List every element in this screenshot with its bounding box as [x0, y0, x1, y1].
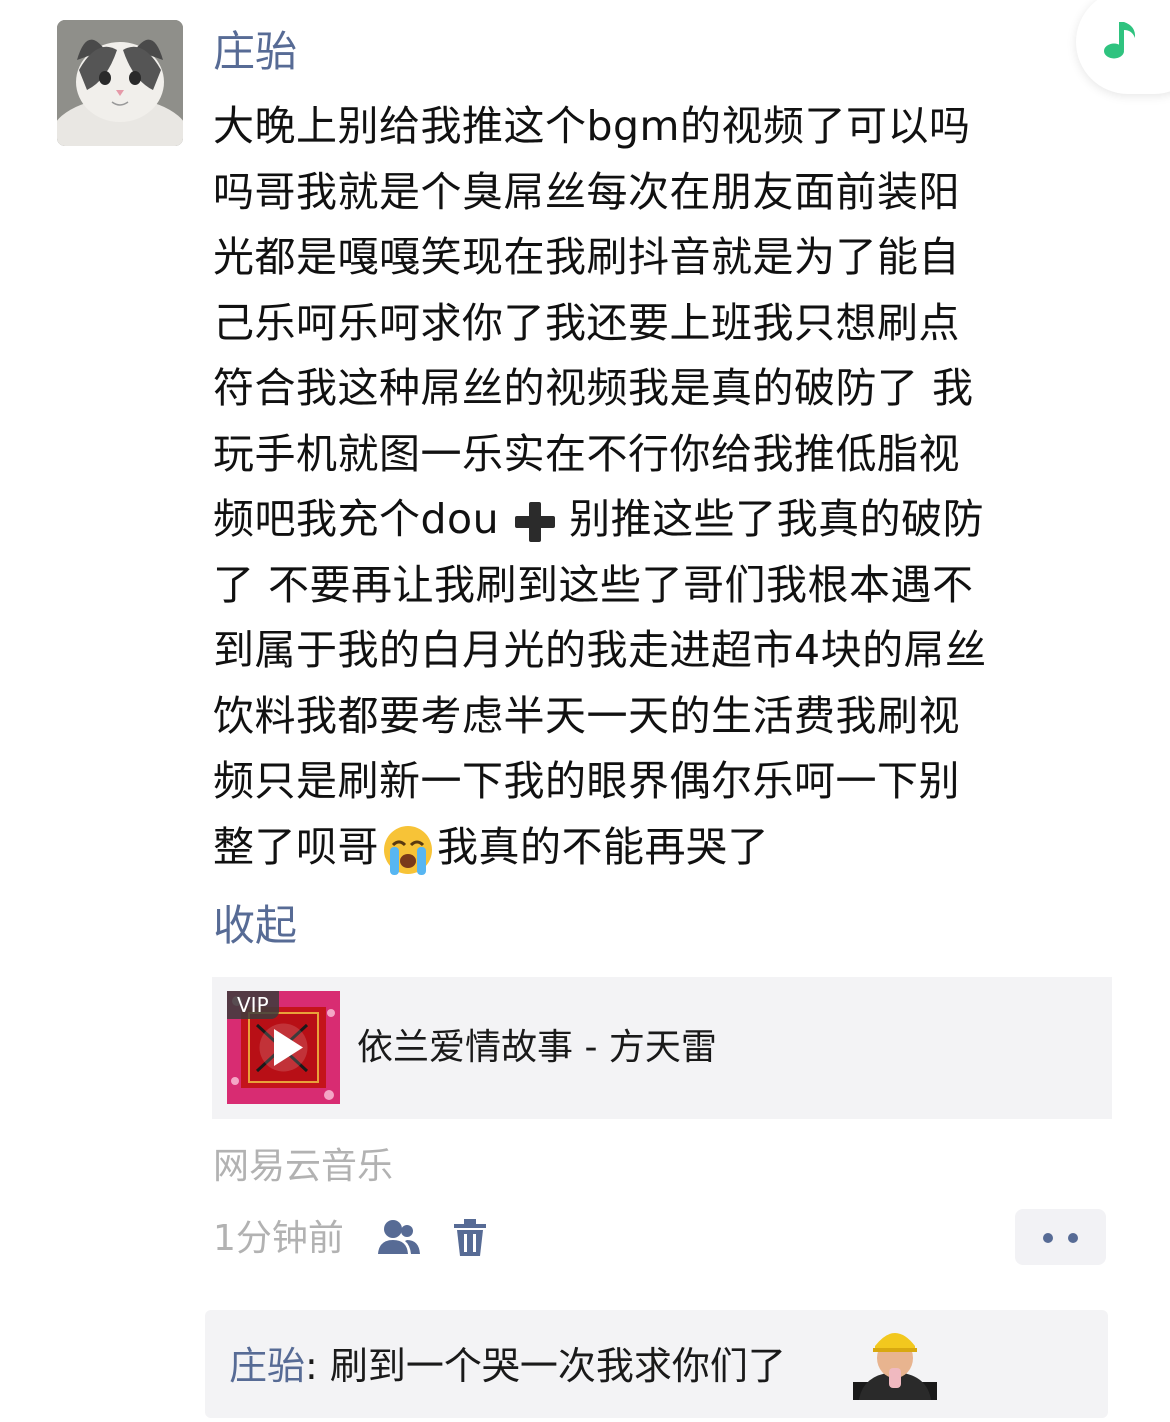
post-line-segment: 我真的不能再哭了: [437, 822, 769, 871]
post-line: 符合我这种屌丝的视频我是真的破防了 我: [213, 364, 974, 412]
post-line-segment: 别推这些了我真的破防: [569, 495, 985, 543]
collapse-link[interactable]: 收起: [213, 896, 297, 956]
post-line-segment: 频吧我充个dou: [213, 495, 500, 543]
loudly-crying-face-emoji: [384, 825, 432, 875]
post-line: 频吧我充个dou 别推这些了我真的破防: [213, 487, 1123, 553]
music-float-button[interactable]: [1076, 0, 1170, 94]
song-title: 依兰爱情故事 - 方天雷: [357, 1027, 717, 1068]
music-note-icon: [1104, 22, 1136, 59]
comment-item[interactable]: 庄骀: 刷到一个哭一次我求你们了: [229, 1340, 786, 1392]
sticker-image: [853, 1333, 937, 1400]
author-name[interactable]: 庄骀: [213, 22, 297, 82]
comment-separator: :: [305, 1344, 330, 1388]
post-line: 玩手机就图一乐实在不行你给我推低脂视: [213, 429, 960, 478]
share-source-link[interactable]: 网易云音乐: [213, 1142, 393, 1192]
people-icon[interactable]: [377, 1218, 421, 1258]
more-actions-button[interactable]: [1015, 1209, 1106, 1265]
post-line: 频只是刷新一下我的眼界偶尔乐呵一下别: [213, 757, 960, 805]
comment-author[interactable]: 庄骀: [229, 1344, 305, 1388]
trash-icon[interactable]: [452, 1218, 488, 1258]
post-body: 大晚上别给我推这个bgm的视频了可以吗 吗哥我就是个臭屌丝每次在朋友面前装阳 光…: [213, 94, 1123, 880]
post-line: 大晚上别给我推这个bgm的视频了可以吗: [213, 102, 971, 150]
play-icon[interactable]: [227, 991, 340, 1104]
post-line: 己乐呵乐呵求你了我还要上班我只想刷点: [213, 298, 960, 347]
post-line: 到属于我的白月光的我走进超市4块的屌丝: [213, 626, 987, 674]
post-line-segment: 整了呗哥: [213, 822, 379, 871]
heavy-plus-emoji: [515, 502, 556, 542]
album-cover: VIP: [227, 991, 340, 1104]
post-line: 吗哥我就是个臭屌丝每次在朋友面前装阳: [213, 167, 960, 216]
shared-music-card[interactable]: VIP 依兰爱情故事 - 方天雷: [212, 977, 1112, 1119]
post-timestamp: 1分钟前: [213, 1218, 344, 1259]
post-line: 了 不要再让我刷到这些了哥们我根本遇不: [213, 560, 974, 609]
cat-photo: [57, 20, 183, 146]
comment-list: 庄骀: 刷到一个哭一次我求你们了: [205, 1310, 1108, 1418]
author-avatar[interactable]: [57, 20, 183, 146]
post-line: 整了呗哥 我真的不能再哭了: [213, 815, 1123, 881]
post-line: 光都是嘎嘎笑现在我刷抖音就是为了能自: [213, 233, 960, 281]
more-dots-icon: [1043, 1233, 1053, 1243]
more-dots-icon: [1068, 1233, 1078, 1243]
post-line: 饮料我都要考虑半天一天的生活费我刷视: [213, 691, 960, 740]
comment-text: 刷到一个哭一次我求你们了: [329, 1344, 786, 1388]
